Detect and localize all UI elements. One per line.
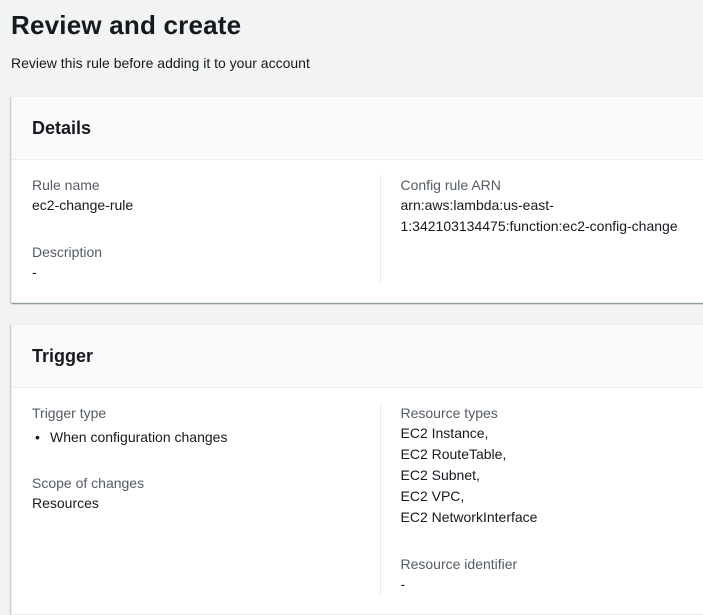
trigger-card-title: Trigger [32,344,703,368]
scope-of-changes-field: Scope of changes Resources [32,473,360,514]
trigger-type-list: When configuration changes [32,427,360,447]
details-card-title: Details [32,116,703,140]
description-field: Description - [32,242,360,283]
config-rule-arn-label: Config rule ARN [401,175,703,195]
scope-of-changes-label: Scope of changes [32,473,360,493]
details-right-column: Config rule ARN arn:aws:lambda:us-east-1… [380,175,703,283]
resource-types-field: Resource types EC2 Instance,EC2 RouteTab… [401,403,703,528]
rule-name-value: ec2-change-rule [32,195,360,216]
trigger-right-column: Resource types EC2 Instance,EC2 RouteTab… [380,403,703,595]
rule-name-label: Rule name [32,175,360,195]
resource-identifier-field: Resource identifier - [401,554,703,595]
resource-type-item: EC2 RouteTable, [401,444,703,465]
details-left-column: Rule name ec2-change-rule Description - [32,175,380,283]
config-rule-arn-value: arn:aws:lambda:us-east-1:342103134475:fu… [401,195,701,237]
resource-types-value: EC2 Instance,EC2 RouteTable,EC2 Subnet,E… [401,423,703,528]
trigger-card-header: Trigger [12,325,703,388]
config-rule-arn-field: Config rule ARN arn:aws:lambda:us-east-1… [401,175,703,237]
resource-identifier-label: Resource identifier [401,554,703,574]
resource-type-item: EC2 NetworkInterface [401,507,703,528]
page-title: Review and create [11,9,703,42]
trigger-type-label: Trigger type [32,403,360,423]
details-card: Details Rule name ec2-change-rule Descri… [11,96,703,303]
scope-of-changes-value: Resources [32,493,360,514]
resource-type-item: EC2 Instance, [401,423,703,444]
trigger-card-body: Trigger type When configuration changes … [12,388,703,614]
review-and-create-page: Review and create Review this rule befor… [0,0,703,615]
rule-name-field: Rule name ec2-change-rule [32,175,360,216]
resource-identifier-value: - [401,574,703,595]
trigger-card: Trigger Trigger type When configuration … [11,324,703,615]
details-card-body: Rule name ec2-change-rule Description - … [12,160,703,302]
details-card-header: Details [12,97,703,160]
resource-type-item: EC2 VPC, [401,486,703,507]
trigger-type-field: Trigger type When configuration changes [32,403,360,447]
description-value: - [32,262,360,283]
description-label: Description [32,242,360,262]
trigger-left-column: Trigger type When configuration changes … [32,403,380,595]
trigger-type-item: When configuration changes [32,427,360,447]
page-subtitle: Review this rule before adding it to you… [11,53,703,73]
resource-types-label: Resource types [401,403,703,423]
resource-type-item: EC2 Subnet, [401,465,703,486]
